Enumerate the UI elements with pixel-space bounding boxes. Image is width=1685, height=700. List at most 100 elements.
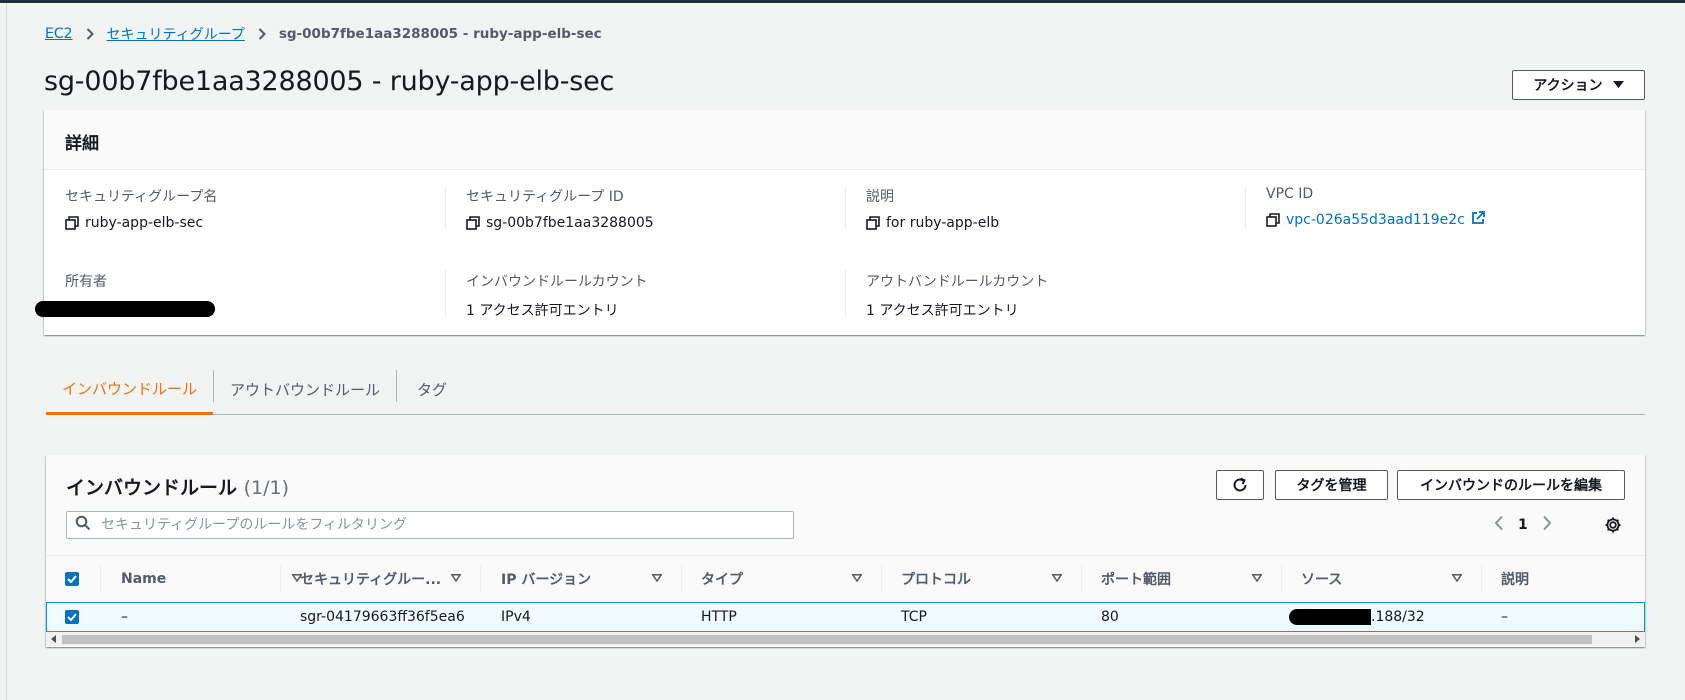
cell-description: – <box>1501 609 1508 625</box>
column-label: ソース <box>1301 572 1343 588</box>
outbound-count-label: アウトバンドルールカウント <box>866 274 1049 290</box>
tab-tags[interactable]: タグ <box>397 364 467 414</box>
column-label: 説明 <box>1501 572 1529 588</box>
column-label: IP バージョン <box>501 572 592 588</box>
tab-bar: インバウンドルール アウトバウンドルール タグ <box>46 364 1645 415</box>
column-header-protocol[interactable]: プロトコル <box>901 556 1076 602</box>
column-header-source[interactable]: ソース <box>1301 556 1476 602</box>
sort-caret-icon <box>1052 574 1062 582</box>
cell-type: HTTP <box>701 609 737 625</box>
checkbox-checked-icon <box>65 572 79 586</box>
column-divider <box>480 566 481 592</box>
vpc-field: VPC ID vpc-026a55d3aad119e2c <box>1266 186 1485 229</box>
chevron-right-icon <box>79 28 101 40</box>
edit-inbound-rules-button[interactable]: インバウンドのルールを編集 <box>1397 470 1625 500</box>
inbound-count-label: インバウンドルールカウント <box>466 274 648 290</box>
breadcrumb-security-groups[interactable]: セキュリティグループ <box>107 24 245 44</box>
breadcrumb-ec2[interactable]: EC2 <box>45 26 73 42</box>
scroll-right-icon[interactable] <box>1630 632 1644 646</box>
sort-caret-icon <box>852 574 862 582</box>
caret-down-icon <box>1612 81 1624 88</box>
sg-id-field: セキュリティグループ ID sg-00b7fbe1aa3288005 <box>466 186 654 231</box>
scrollbar-thumb[interactable] <box>62 635 1592 644</box>
column-header-type[interactable]: タイプ <box>701 556 876 602</box>
select-all-checkbox[interactable] <box>65 556 79 602</box>
sg-name-value: ruby-app-elb-sec <box>85 215 204 231</box>
redacted-source <box>1289 609 1371 625</box>
column-divider <box>1281 566 1282 592</box>
inbound-rules-panel: インバウンドルール (1/1) タグを管理 インバウンドのルールを編集 1 <box>46 455 1645 647</box>
page-number[interactable]: 1 <box>1518 517 1528 533</box>
outbound-count-field: アウトバンドルールカウント 1 アクセス許可エントリ <box>866 271 1048 320</box>
column-label: タイプ <box>701 572 743 588</box>
cell-rule-id: sgr-04179663ff36f5ea6 <box>300 609 465 625</box>
inbound-count-value: 1 アクセス許可エントリ <box>466 303 619 319</box>
copy-icon[interactable] <box>866 216 880 230</box>
filter-input[interactable] <box>99 516 793 534</box>
gear-icon[interactable] <box>1604 516 1622 538</box>
chevron-right-icon[interactable] <box>1542 515 1552 535</box>
breadcrumb: EC2 セキュリティグループ sg-00b7fbe1aa3288005 - ru… <box>45 24 602 44</box>
sg-id-value: sg-00b7fbe1aa3288005 <box>486 215 654 231</box>
copy-icon[interactable] <box>466 216 480 230</box>
divider <box>845 186 846 230</box>
vpc-link[interactable]: vpc-026a55d3aad119e2c <box>1286 212 1465 228</box>
rules-title: インバウンドルール (1/1) <box>66 473 289 500</box>
scroll-left-icon[interactable] <box>47 632 61 646</box>
divider <box>1245 186 1246 230</box>
actions-label: アクション <box>1533 78 1603 94</box>
sg-name-field: セキュリティグループ名 ruby-app-elb-sec <box>65 186 217 231</box>
row-checkbox[interactable] <box>65 603 79 631</box>
table-row[interactable]: – sgr-04179663ff36f5ea6 IPv4 HTTP TCP 80… <box>46 602 1645 632</box>
details-heading: 詳細 <box>65 134 99 154</box>
rules-count: (1/1) <box>243 477 290 499</box>
copy-icon[interactable] <box>1266 213 1280 227</box>
tab-outbound-rules[interactable]: アウトバウンドルール <box>214 364 396 414</box>
sg-name-label: セキュリティグループ名 <box>65 189 218 205</box>
tab-inbound-rules[interactable]: インバウンドルール <box>46 364 213 415</box>
owner-field: 所有者 <box>35 271 215 317</box>
column-header-rule-id[interactable]: セキュリティグルー... <box>300 556 475 602</box>
vpc-label: VPC ID <box>1266 186 1314 202</box>
column-header-port-range[interactable]: ポート範囲 <box>1101 556 1276 602</box>
filter-field[interactable] <box>66 511 794 539</box>
column-label: セキュリティグルー... <box>300 572 442 588</box>
inbound-count-field: インバウンドルールカウント 1 アクセス許可エントリ <box>466 271 648 320</box>
rules-title-text: インバウンドルール <box>66 477 238 499</box>
sort-caret-icon <box>1452 574 1462 582</box>
divider <box>445 186 446 230</box>
column-divider <box>881 566 882 592</box>
details-header: 詳細 <box>44 110 1645 170</box>
column-header-name[interactable]: Name <box>121 556 316 602</box>
column-header-description[interactable]: 説明 <box>1501 556 1529 602</box>
column-divider <box>1481 566 1482 592</box>
column-label: Name <box>121 571 167 587</box>
column-label: プロトコル <box>901 572 971 588</box>
manage-tags-button[interactable]: タグを管理 <box>1275 470 1388 500</box>
sg-id-label: セキュリティグループ ID <box>466 189 624 205</box>
chevron-left-icon[interactable] <box>1494 515 1504 535</box>
refresh-icon <box>1233 477 1247 492</box>
page-title: sg-00b7fbe1aa3288005 - ruby-app-elb-sec <box>44 66 615 97</box>
column-divider <box>280 566 281 592</box>
column-divider <box>1081 566 1082 592</box>
column-divider <box>100 566 101 592</box>
column-label: ポート範囲 <box>1101 572 1171 588</box>
column-header-ip-version[interactable]: IP バージョン <box>501 556 676 602</box>
divider <box>445 270 446 316</box>
source-suffix: .188/32 <box>1371 609 1425 625</box>
left-border <box>6 3 7 700</box>
breadcrumb-current: sg-00b7fbe1aa3288005 - ruby-app-elb-sec <box>278 26 602 42</box>
outbound-count-value: 1 アクセス許可エントリ <box>866 303 1019 319</box>
redacted-owner <box>35 301 215 317</box>
details-panel: 詳細 セキュリティグループ名 ruby-app-elb-sec セキュリティグル… <box>35 110 1645 335</box>
description-value: for ruby-app-elb <box>886 215 1000 231</box>
cell-source: .188/32 <box>1289 603 1425 631</box>
external-link-icon[interactable] <box>1471 211 1485 229</box>
horizontal-scrollbar[interactable] <box>46 632 1645 646</box>
sort-caret-icon <box>1252 574 1262 582</box>
rules-header: インバウンドルール (1/1) タグを管理 インバウンドのルールを編集 1 <box>46 455 1645 555</box>
copy-icon[interactable] <box>65 216 79 230</box>
refresh-button[interactable] <box>1216 470 1264 500</box>
actions-button[interactable]: アクション <box>1512 70 1645 100</box>
